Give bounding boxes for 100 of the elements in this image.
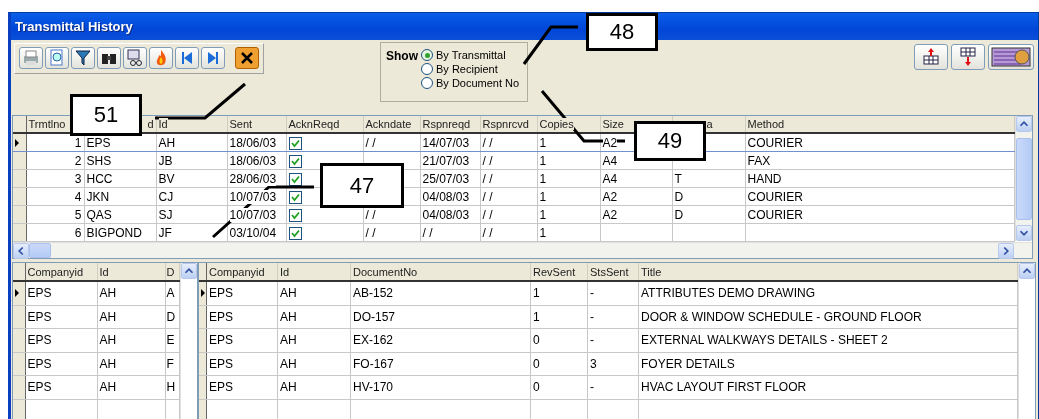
scroll-thumb[interactable]	[29, 243, 51, 258]
table-cell: 2	[74, 153, 82, 168]
table-cell: SHS	[86, 153, 112, 168]
scrollbar[interactable]	[13, 242, 1032, 258]
radio-circle[interactable]	[421, 49, 433, 61]
table-cell: QAS	[86, 207, 112, 222]
column-header[interactable]: Rspnrcvd	[482, 118, 529, 130]
grid-up-icon	[920, 46, 942, 68]
callout-label: 47	[320, 163, 404, 208]
scroll-down-button[interactable]	[1015, 225, 1032, 241]
table-cell: 28/06/03	[229, 171, 277, 186]
scroll-thumb[interactable]	[1015, 137, 1032, 220]
column-header[interactable]: Rspnreqd	[422, 118, 471, 130]
scroll-left-button[interactable]	[13, 242, 29, 259]
close-button[interactable]	[235, 47, 259, 69]
column-header[interactable]: Id	[158, 118, 168, 130]
table-cell: EPS	[27, 309, 52, 324]
table-cell: EPS	[209, 309, 233, 324]
table-cell: 04/08/03	[422, 207, 470, 222]
row-header[interactable]	[13, 281, 25, 306]
column-header[interactable]: Id	[280, 265, 290, 278]
toolbar-button[interactable]	[97, 47, 121, 69]
table-cell: 18/06/03	[229, 135, 277, 150]
scroll-up-button[interactable]	[1018, 263, 1035, 279]
column-header[interactable]: Id	[99, 265, 109, 278]
printer-icon	[21, 48, 41, 68]
column-header[interactable]: AcknReqd	[288, 118, 340, 130]
table-cell: F	[166, 356, 174, 371]
radio-button[interactable]: By Recipient	[421, 63, 520, 75]
table-cell: 1	[74, 135, 82, 150]
table-cell: 6	[74, 225, 82, 240]
table-cell: DO-157	[353, 309, 396, 324]
radio-circle[interactable]	[421, 77, 433, 89]
toolbar-button[interactable]	[123, 47, 147, 69]
table-cell: / /	[365, 225, 376, 240]
table-cell: 1	[539, 153, 547, 168]
checkbox[interactable]	[288, 190, 302, 204]
table-cell: HCC	[86, 171, 113, 186]
column-header[interactable]: RevSent	[533, 265, 576, 278]
table-cell: A2	[602, 207, 618, 222]
table-cell: / /	[482, 153, 493, 168]
table-cell: 1	[539, 189, 547, 204]
column-header[interactable]: Copies	[539, 118, 574, 130]
radio-circle[interactable]	[421, 63, 433, 75]
row-header[interactable]	[198, 281, 207, 306]
column-header[interactable]: D	[166, 265, 175, 278]
column-header[interactable]: DocumentNo	[353, 265, 418, 278]
radio-button[interactable]: By Document No	[421, 77, 520, 89]
table-cell: 25/07/03	[422, 171, 470, 186]
table-cell: 1	[539, 207, 547, 222]
table-cell: HAND	[747, 171, 782, 186]
toolbar-button[interactable]	[914, 44, 948, 70]
table-cell: 0	[533, 356, 540, 371]
column-header[interactable]: Trmtlno	[28, 118, 66, 130]
scroll-up-button[interactable]	[180, 263, 197, 279]
toolbar-button[interactable]	[71, 47, 95, 69]
column-header[interactable]: Title	[641, 265, 662, 278]
table-cell: D	[674, 207, 684, 222]
column-header[interactable]: Sent	[229, 118, 253, 130]
checkbox[interactable]	[288, 208, 302, 222]
window-title: Transmittal History	[15, 19, 133, 34]
table-cell: 5	[74, 207, 82, 222]
column-header[interactable]: Companyid	[209, 265, 265, 278]
table-cell: COURIER	[747, 135, 803, 150]
table-cell: 10/07/03	[229, 207, 277, 222]
table-cell: CJ	[158, 189, 174, 204]
callout-label: 49	[634, 121, 706, 161]
table-cell: COURIER	[747, 189, 803, 204]
checkbox[interactable]	[288, 172, 302, 186]
table-cell: / /	[482, 135, 493, 150]
column-header[interactable]: Size	[602, 118, 624, 130]
column-header[interactable]: Companyid	[27, 265, 84, 278]
scroll-up-button[interactable]	[1015, 116, 1032, 132]
table-cell: 04/08/03	[422, 189, 470, 204]
table-cell: JF	[158, 225, 172, 240]
table-cell: 1	[539, 171, 547, 186]
table-cell: FO-167	[353, 356, 394, 371]
table-cell: BV	[158, 171, 175, 186]
table-cell: SJ	[158, 207, 173, 222]
column-header[interactable]: StsSent	[590, 265, 629, 278]
column-header[interactable]: Ackndate	[365, 118, 412, 130]
table-cell: A2	[602, 189, 618, 204]
table-cell: DOOR & WINDOW SCHEDULE - GROUND FLOOR	[641, 309, 922, 324]
table-cell: JKN	[86, 189, 110, 204]
table-cell: 1	[539, 135, 547, 150]
checkbox[interactable]	[288, 136, 302, 150]
checkbox[interactable]	[288, 154, 302, 168]
checkbox[interactable]	[288, 226, 302, 240]
funnel-icon	[73, 48, 93, 68]
column-header[interactable]: d	[147, 118, 154, 130]
table-cell: T	[674, 171, 682, 186]
table-cell: / /	[365, 135, 376, 150]
toolbar-button[interactable]	[951, 44, 985, 70]
radio-button[interactable]: By Transmittal	[421, 49, 520, 61]
table-cell: 14/07/03	[422, 135, 470, 150]
scroll-right-button[interactable]	[998, 242, 1014, 259]
leader-line	[522, 25, 578, 65]
table-cell: BIGPOND	[86, 225, 142, 240]
table-cell: 3	[590, 356, 597, 371]
column-header[interactable]: Method	[747, 118, 785, 130]
